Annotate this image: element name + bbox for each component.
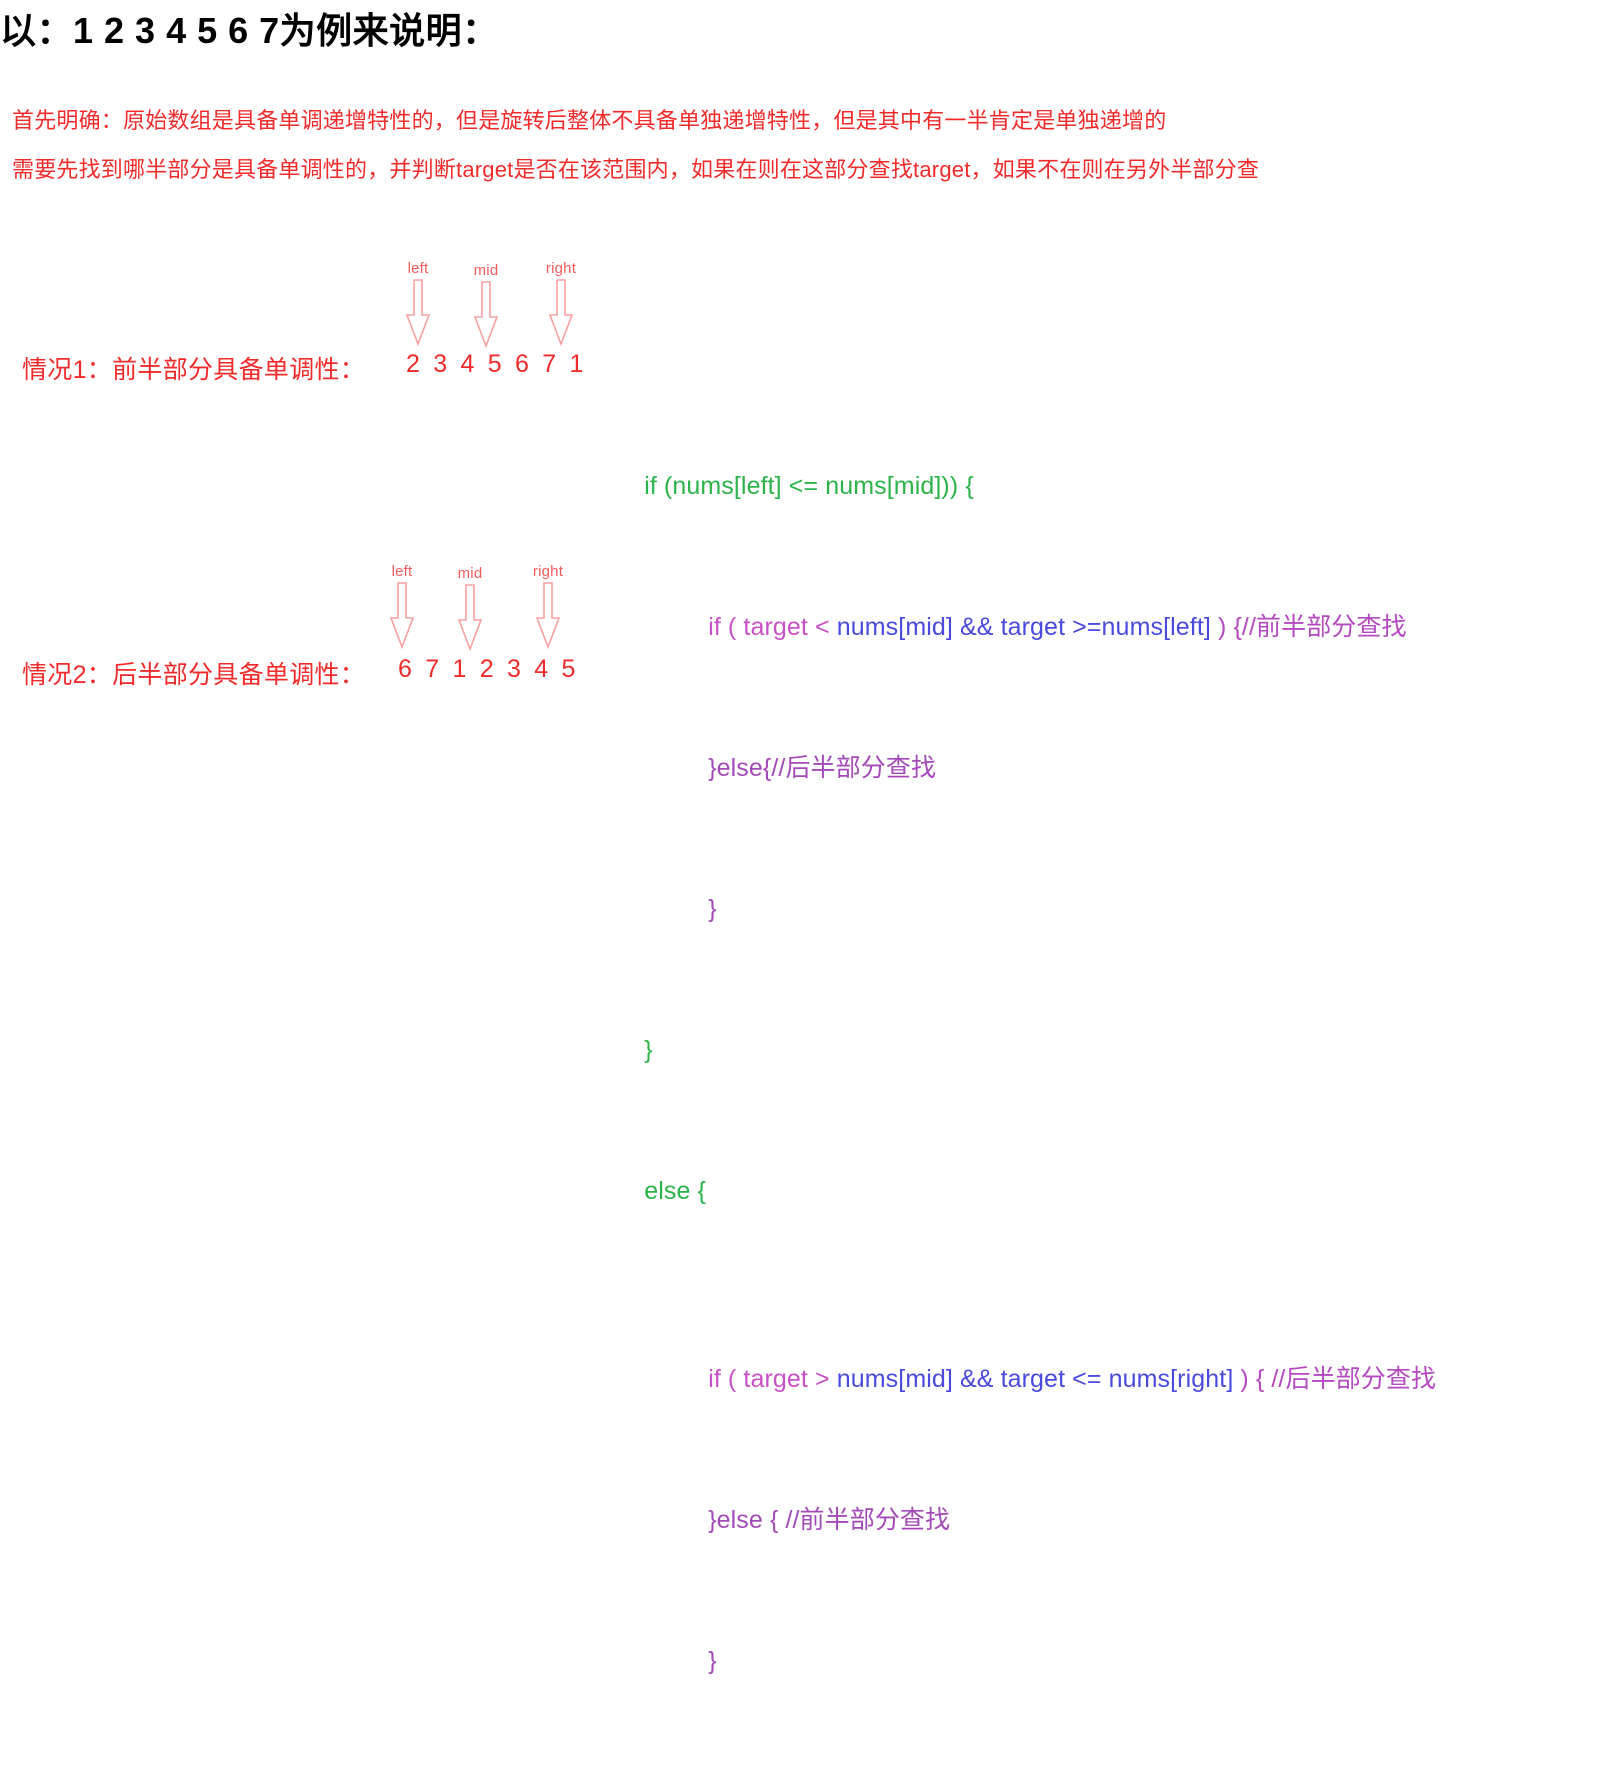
code-text: if ( target < [708, 613, 837, 641]
marker-label-left: left [407, 260, 429, 277]
code-text: if ( target > [708, 1365, 837, 1393]
code-text: ) {//前半部分查找 [1210, 613, 1407, 641]
code-text: }else { //前半部分查找 [708, 1506, 951, 1534]
code-line-else-inner-1: }else{//后半部分查找 [616, 698, 1436, 839]
code-text: if (nums[left] <= nums[mid])) { [644, 472, 974, 500]
pseudocode-block: if (nums[left] <= nums[mid])) { if ( tar… [616, 416, 1436, 1792]
marker-label-mid: mid [457, 565, 483, 582]
code-line-if-outer: if (nums[left] <= nums[mid])) { [616, 416, 1436, 557]
down-arrow-icon [456, 584, 484, 656]
note-line-2: 需要先找到哪半部分是具备单调性的，并判断target是否在该范围内，如果在则在这… [12, 157, 1260, 182]
code-line-close-outer-if: } [616, 980, 1436, 1121]
code-line-close-inner-2: } [616, 1591, 1436, 1732]
code-spacer [616, 1262, 1436, 1309]
code-text: else { [644, 1177, 706, 1205]
code-line-else-inner-2: }else { //前半部分查找 [616, 1450, 1436, 1591]
down-arrow-icon [404, 279, 432, 351]
code-line-close-inner-1: } [616, 839, 1436, 980]
marker-label-right: right [532, 563, 564, 580]
case-2-sequence: 6 7 1 2 3 4 5 [398, 655, 579, 683]
marker-label-left: left [391, 563, 413, 580]
case-2-label: 情况2：后半部分具备单调性： [22, 661, 366, 689]
case-1-sequence: 2 3 4 5 6 7 1 [406, 350, 587, 378]
code-text: nums[mid] && target <= nums[right] [836, 1365, 1234, 1393]
code-text: ) { //后半部分查找 [1233, 1365, 1437, 1393]
code-text: nums[mid] && target >=nums[left] [836, 613, 1211, 641]
code-text: } [708, 1647, 717, 1675]
code-line-close-outer-else: } [616, 1732, 1436, 1792]
code-line-if-inner-2: if ( target > nums[mid] && target <= num… [616, 1309, 1436, 1450]
down-arrow-icon [534, 582, 562, 654]
note-line-1: 首先明确：原始数组是具备单调递增特性的，但是旋转后整体不具备单独递增特性，但是其… [12, 108, 1167, 133]
code-text: }else{//后半部分查找 [708, 754, 937, 782]
marker-label-right: right [545, 260, 577, 277]
code-line-if-inner-1: if ( target < nums[mid] && target >=nums… [616, 557, 1436, 698]
code-text: } [708, 895, 717, 923]
code-line-else-outer: else { [616, 1121, 1436, 1262]
marker-label-mid: mid [473, 262, 499, 279]
down-arrow-icon [472, 281, 500, 353]
down-arrow-icon [388, 582, 416, 654]
down-arrow-icon [547, 279, 575, 351]
page-title: 以：1 2 3 4 5 6 7为例来说明： [0, 10, 499, 51]
code-text: } [644, 1036, 653, 1064]
code-text: } [644, 1788, 652, 1792]
case-1-label: 情况1：前半部分具备单调性： [22, 356, 366, 384]
